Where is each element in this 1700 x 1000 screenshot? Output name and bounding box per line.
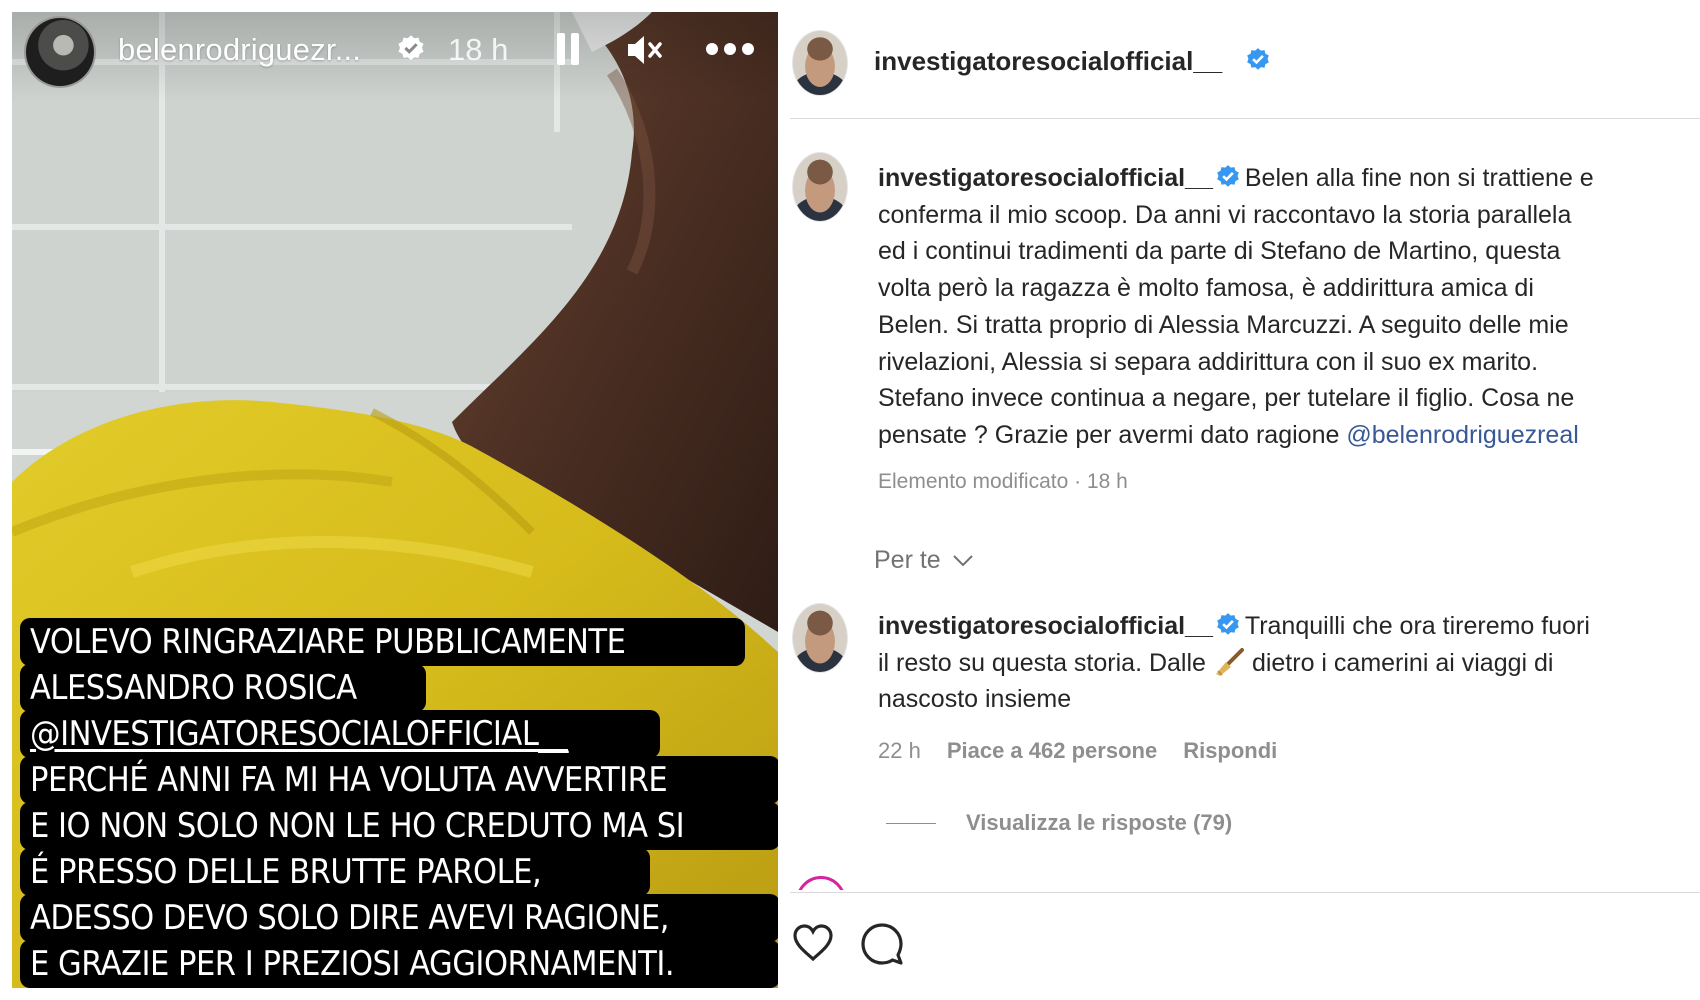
comment-author-avatar[interactable] — [792, 603, 848, 673]
sort-dropdown[interactable]: Per te — [874, 546, 975, 575]
comment-text: investigatoresocialofficial__ Tranquilli … — [878, 608, 1678, 718]
story-timestamp: 18 h — [448, 32, 509, 67]
chevron-down-icon — [952, 554, 973, 566]
comment-text-line: dietro i camerini ai viaggi di — [1251, 648, 1554, 677]
comment-text-line: nascosto insieme — [878, 685, 1072, 714]
caption-edited-meta: Elemento modificato · 18 h — [878, 470, 1128, 493]
mute-icon[interactable] — [624, 30, 664, 70]
heart-icon[interactable] — [792, 922, 834, 964]
caption-author-username[interactable]: investigatoresocialofficial__ — [878, 164, 1213, 192]
story-username[interactable]: belenrodriguezr... — [118, 32, 361, 68]
verified-badge-icon — [398, 35, 424, 61]
caption-line: VOLEVO RINGRAZIARE PUBBLICAMENTE — [20, 618, 745, 666]
comment-likes[interactable]: Piace a 462 persone — [947, 738, 1157, 764]
comment-text-line: il resto su questa storia. Dalle — [878, 648, 1206, 677]
pause-icon[interactable] — [555, 32, 581, 66]
comment-meta: 22 h Piace a 462 persone Rispondi — [878, 738, 1277, 764]
caption-line: E IO NON SOLO NON LE HO CREDUTO MA SI — [20, 802, 778, 850]
caption-text-line: pensate ? Grazie per avermi dato ragione — [878, 420, 1347, 449]
caption-author-avatar[interactable] — [792, 152, 848, 222]
caption-line: É PRESSO DELLE BRUTTE PAROLE, — [20, 848, 650, 896]
verified-badge-icon — [1217, 613, 1239, 635]
caption-line: E GRAZIE PER I PREZIOSI AGGIORNAMENTI. — [20, 940, 778, 988]
caption-text-line: volta però la ragazza è molto famosa, è … — [878, 274, 1534, 303]
comment-author-username[interactable]: investigatoresocialofficial__ — [878, 612, 1213, 640]
more-icon[interactable] — [705, 39, 755, 59]
caption-line: ALESSANDRO ROSICA — [20, 664, 426, 712]
comment-icon[interactable] — [860, 922, 904, 966]
caption-line: PERCHÉ ANNI FA MI HA VOLUTA AVVERTIRE — [20, 756, 778, 804]
post-caption: investigatoresocialofficial__ Belen alla … — [878, 160, 1678, 454]
post-author-username[interactable]: investigatoresocialofficial__ — [874, 46, 1222, 77]
caption-text-line: rivelazioni, Alessia si separa addirittu… — [878, 347, 1539, 376]
comment-text-line: Tranquilli che ora tireremo fuori — [1244, 612, 1590, 640]
caption-mention[interactable]: @INVESTIGATORESOCIALOFFICIAL__ — [30, 714, 568, 754]
caption-text-line: Stefano invece continua a negare, per tu… — [878, 384, 1575, 413]
post-panel: investigatoresocialofficial__ investigat… — [782, 0, 1700, 1000]
post-author-avatar[interactable] — [792, 30, 848, 96]
reply-button[interactable]: Rispondi — [1183, 738, 1277, 764]
replies-line — [886, 822, 936, 824]
view-replies-label: Visualizza le risposte (79) — [966, 810, 1233, 835]
next-comment-avatar — [796, 876, 846, 890]
story-viewer[interactable]: belenrodriguezr... 18 h VOLEVO RINGRAZIA… — [12, 12, 778, 988]
caption-text-line: Belen alla fine non si trattiene e — [1244, 164, 1594, 192]
view-replies-button[interactable]: Visualizza le risposte (79) — [886, 810, 1232, 836]
header-divider — [790, 118, 1700, 119]
verified-badge-icon — [1247, 48, 1269, 70]
caption-mention-line[interactable]: @INVESTIGATORESOCIALOFFICIAL__ — [20, 710, 660, 758]
broom-emoji-icon — [1215, 647, 1244, 676]
actions-divider — [790, 892, 1700, 893]
caption-text-line: Belen. Si tratta proprio di Alessia Marc… — [878, 310, 1569, 339]
story-avatar[interactable] — [24, 16, 96, 88]
comment-time: 22 h — [878, 738, 921, 763]
caption-line: ADESSO DEVO SOLO DIRE AVEVI RAGIONE, — [20, 894, 778, 942]
caption-mention-link[interactable]: @belenrodriguezreal — [1346, 421, 1578, 449]
sort-dropdown-label: Per te — [874, 546, 941, 574]
caption-text-line: conferma il mio scoop. Da anni vi raccon… — [878, 200, 1572, 229]
verified-badge-icon — [1217, 165, 1239, 187]
caption-text-line: ed i continui tradimenti da parte di Ste… — [878, 237, 1561, 266]
